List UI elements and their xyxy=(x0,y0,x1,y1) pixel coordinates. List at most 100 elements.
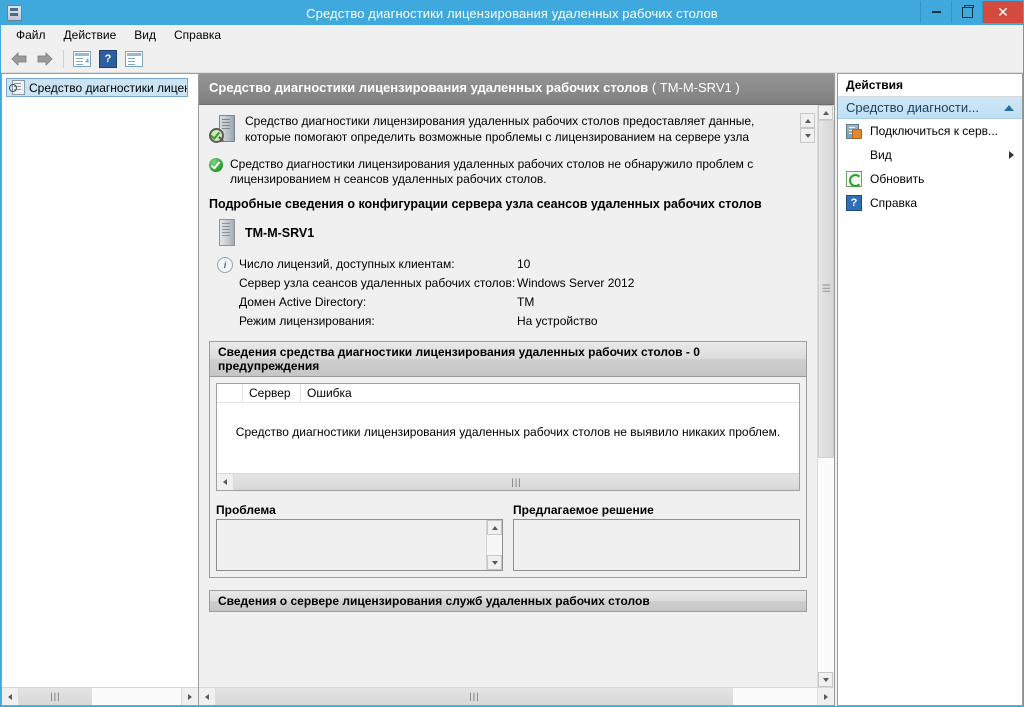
properties-button[interactable] xyxy=(122,48,146,70)
solution-text xyxy=(514,520,799,570)
window-title: Средство диагностики лицензирования удал… xyxy=(306,5,718,21)
content-main: Средство диагностики лицензирования удал… xyxy=(199,105,817,687)
table-row: Домен Active Directory: TM xyxy=(239,293,634,312)
detail-key: Число лицензий, доступных клиентам: xyxy=(239,257,455,271)
description-scrollbar[interactable] xyxy=(800,113,815,143)
content-scroll-up-button[interactable] xyxy=(818,105,833,120)
scroll-grip: ||| xyxy=(511,476,522,487)
maximize-button[interactable] xyxy=(951,1,982,23)
problem-text xyxy=(217,520,486,570)
information-icon: i xyxy=(217,257,233,273)
table-row: Сервер узла сеансов удаленных рабочих ст… xyxy=(239,274,634,293)
actions-title: Действия xyxy=(838,74,1022,97)
content-vertical-scrollbar[interactable]: ||| xyxy=(817,105,834,687)
actions-group-label: Средство диагности... xyxy=(846,100,979,115)
show-hide-tree-button[interactable]: 4 xyxy=(70,48,94,70)
content-scroll-down-button[interactable] xyxy=(818,672,833,687)
description-scroll-up-button[interactable] xyxy=(800,113,815,128)
menu-help[interactable]: Справка xyxy=(165,25,230,45)
solution-label: Предлагаемое решение xyxy=(513,503,654,517)
description-text: Средство диагностики лицензирования удал… xyxy=(245,114,755,147)
scroll-grip: ||| xyxy=(822,284,831,294)
show-hide-console-tree-icon: 4 xyxy=(73,51,91,67)
action-label: Подключиться к серв... xyxy=(870,124,999,138)
minimize-icon xyxy=(931,11,941,13)
problem-scroll-up-button[interactable] xyxy=(487,520,502,535)
tree-horizontal-scrollbar[interactable]: ||| xyxy=(2,687,198,705)
action-help[interactable]: ? Справка xyxy=(838,191,1022,215)
status-message: Средство диагностики лицензирования удал… xyxy=(230,157,754,186)
action-label: Справка xyxy=(870,196,918,210)
content-pane: Средство диагностики лицензирования удал… xyxy=(199,73,835,706)
help-icon: ? xyxy=(99,50,117,68)
solution-pane: Предлагаемое решение xyxy=(513,503,800,571)
server-icon xyxy=(217,219,237,247)
description-scroll-down-button[interactable] xyxy=(800,128,815,143)
listview-column-error[interactable]: Ошибка xyxy=(301,384,799,402)
help-icon: ? xyxy=(846,195,862,211)
status-row: Средство диагностики лицензирования удал… xyxy=(199,151,817,189)
actions-group-header[interactable]: Средство диагности... xyxy=(838,97,1022,119)
scroll-grip: ||| xyxy=(469,691,480,701)
tree-scroll-right-button[interactable] xyxy=(181,688,198,705)
minimize-button[interactable] xyxy=(920,1,951,23)
diagnoser-group-title: Сведения средства диагностики лицензиров… xyxy=(209,341,807,377)
menu-file[interactable]: Файл xyxy=(7,25,55,45)
menubar: Файл Действие Вид Справка xyxy=(1,25,1023,46)
content-hscroll-thumb[interactable]: ||| xyxy=(216,688,733,705)
listview-column-server[interactable]: Сервер xyxy=(243,384,301,402)
forward-button[interactable] xyxy=(33,48,57,70)
table-row: Режим лицензирования: На устройство xyxy=(239,312,634,331)
listview-horizontal-scrollbar[interactable]: ||| xyxy=(217,473,799,490)
status-ok-icon xyxy=(209,158,223,172)
server-details-table: Число лицензий, доступных клиентам: 10 С… xyxy=(239,255,634,331)
detail-value: На устройство xyxy=(517,314,598,328)
chevron-up-icon[interactable] xyxy=(1004,104,1014,111)
problem-pane: Проблема xyxy=(216,503,503,571)
forward-arrow-icon xyxy=(37,52,53,66)
problem-box[interactable] xyxy=(216,519,503,571)
content-scroll-right-button[interactable] xyxy=(817,688,834,705)
solution-box[interactable] xyxy=(513,519,800,571)
listview-scroll-track[interactable]: ||| xyxy=(234,474,799,490)
window-controls: ✕ xyxy=(920,1,1023,25)
tree-scroll-track[interactable]: ||| xyxy=(19,688,181,705)
server-name: TM-M-SRV1 xyxy=(245,226,315,240)
content-hscroll-track[interactable]: ||| xyxy=(216,688,817,705)
licensing-diagnoser-node-icon xyxy=(9,80,25,95)
diagnoser-server-icon xyxy=(209,115,237,145)
content-scroll-left-button[interactable] xyxy=(199,688,216,705)
console-body: Средство диагностики лиценз ||| Средство… xyxy=(1,73,1023,706)
content-horizontal-scrollbar[interactable]: ||| xyxy=(199,687,834,705)
action-view[interactable]: Вид xyxy=(838,143,1022,167)
listview-column-blank[interactable] xyxy=(217,384,243,402)
server-details-block: i Число лицензий, доступных клиентам: 10… xyxy=(199,249,817,331)
server-row: TM-M-SRV1 xyxy=(199,215,817,249)
listview-header: Сервер Ошибка xyxy=(217,384,799,403)
listview-scroll-thumb[interactable]: ||| xyxy=(234,474,799,490)
tree-node-licensing-diagnoser[interactable]: Средство диагностики лиценз xyxy=(6,78,188,97)
close-button[interactable]: ✕ xyxy=(982,1,1023,23)
diagnoser-listview[interactable]: Сервер Ошибка Средство диагностики лицен… xyxy=(216,383,800,491)
detail-key: Сервер узла сеансов удаленных рабочих ст… xyxy=(239,276,516,290)
content-scroll-track[interactable]: ||| xyxy=(818,120,834,672)
action-label: Обновить xyxy=(870,172,925,186)
problem-label: Проблема xyxy=(216,503,276,517)
problem-scroll-down-button[interactable] xyxy=(487,555,502,570)
properties-icon xyxy=(125,51,143,67)
listview-body: Средство диагностики лицензирования удал… xyxy=(217,403,799,473)
tree-scroll-thumb[interactable]: ||| xyxy=(19,688,92,705)
tree-scroll-left-button[interactable] xyxy=(2,688,19,705)
help-button[interactable]: ? xyxy=(96,48,120,70)
back-button[interactable] xyxy=(7,48,31,70)
content-scroll-thumb[interactable]: ||| xyxy=(818,120,834,458)
detail-value: Windows Server 2012 xyxy=(517,276,635,290)
listview-scroll-left-button[interactable] xyxy=(217,474,234,490)
menu-action[interactable]: Действие xyxy=(55,25,126,45)
detail-key: Режим лицензирования: xyxy=(239,314,375,328)
console-tree-pane: Средство диагностики лиценз ||| xyxy=(1,73,199,706)
action-refresh[interactable]: Обновить xyxy=(838,167,1022,191)
menu-view[interactable]: Вид xyxy=(125,25,165,45)
action-connect-to-server[interactable]: Подключиться к серв... xyxy=(838,119,1022,143)
problem-scrollbar[interactable] xyxy=(486,520,502,570)
